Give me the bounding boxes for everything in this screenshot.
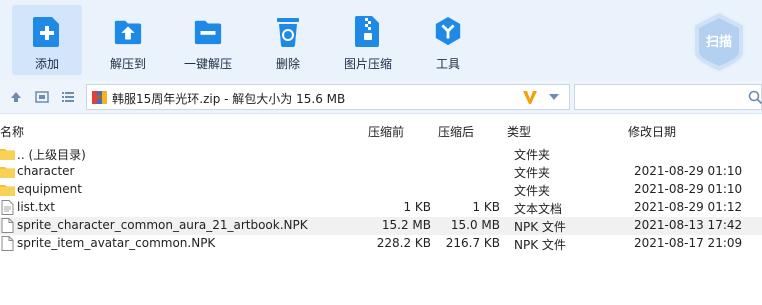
recycle-bin-icon xyxy=(277,18,299,47)
extract-to-label: 解压到 xyxy=(109,57,146,71)
file-type: 文本文档 xyxy=(514,202,563,216)
column-compressed[interactable]: 压缩后 xyxy=(438,123,474,140)
file-row-equipment[interactable]: equipment 文件夹 2021-08-29 01:10 xyxy=(0,181,762,199)
file-size: 228.2 KB xyxy=(376,236,431,250)
file-name: sprite_item_avatar_common.NPK xyxy=(17,236,216,250)
image-compress-label: 图片压缩 xyxy=(343,57,392,71)
file-type: 文件夹 xyxy=(514,148,551,162)
toolbar: 添加 解压到 一键解压 删除 图片压缩 工具 扫描 xyxy=(0,0,762,80)
tools-button[interactable]: 工具 xyxy=(413,5,483,75)
scan-button[interactable]: 扫描 xyxy=(690,10,748,74)
file-name: .. (上级目录) xyxy=(17,148,86,162)
column-modified[interactable]: 修改日期 xyxy=(628,123,676,140)
tools-label: 工具 xyxy=(435,57,460,71)
v-logo-icon[interactable] xyxy=(522,89,538,105)
file-type: 文件夹 xyxy=(514,184,551,198)
add-archive-icon xyxy=(33,17,59,47)
chevron-down-icon[interactable] xyxy=(549,93,559,101)
folder-upload-icon xyxy=(114,20,142,45)
column-type[interactable]: 类型 xyxy=(507,123,531,140)
file-type: NPK 文件 xyxy=(514,238,566,252)
address-bar: 韩服15周年光环.zip - 解包大小为 15.6 MB xyxy=(0,80,762,114)
file-name: sprite_character_common_aura_21_artbook.… xyxy=(17,218,308,232)
one-click-extract-button[interactable]: 一键解压 xyxy=(173,5,243,75)
file-size: 15.2 MB xyxy=(381,218,431,232)
path-field[interactable]: 韩服15周年光环.zip - 解包大小为 15.6 MB xyxy=(86,84,570,110)
file-icon xyxy=(1,236,14,251)
path-text: 韩服15周年光环.zip - 解包大小为 15.6 MB xyxy=(112,92,346,106)
folder-icon xyxy=(0,167,15,178)
file-size: 1 KB xyxy=(403,200,431,214)
file-compressed-size: 1 KB xyxy=(472,200,500,214)
file-row-avatar-npk[interactable]: sprite_item_avatar_common.NPK 228.2 KB 2… xyxy=(0,235,762,253)
column-size[interactable]: 压缩前 xyxy=(368,123,404,140)
file-row-artbook-npk[interactable]: sprite_character_common_aura_21_artbook.… xyxy=(0,217,762,235)
file-row-parent[interactable]: .. (上级目录) 文件夹 xyxy=(0,145,762,163)
text-file-icon xyxy=(1,200,14,215)
column-header-row: 名称 压缩前 压缩后 类型 修改日期 xyxy=(0,120,762,142)
thumbnail-view-icon[interactable] xyxy=(34,89,50,105)
list-view-icon[interactable] xyxy=(60,89,76,105)
add-button[interactable]: 添加 xyxy=(12,5,82,75)
file-name: character xyxy=(17,164,75,178)
column-name[interactable]: 名称 xyxy=(0,123,24,140)
file-type: NPK 文件 xyxy=(514,220,566,234)
file-compressed-size: 216.7 KB xyxy=(445,236,500,250)
file-modified: 2021-08-29 01:10 xyxy=(634,182,743,196)
search-icon[interactable] xyxy=(747,89,762,105)
file-compressed-size: 15.0 MB xyxy=(450,218,500,232)
zip-file-icon xyxy=(355,16,379,47)
folder-minus-icon xyxy=(194,20,222,45)
file-modified: 2021-08-13 17:42 xyxy=(634,218,743,232)
scan-label: 扫描 xyxy=(705,35,732,50)
file-row-list-txt[interactable]: list.txt 1 KB 1 KB 文本文档 2021-08-29 01:12 xyxy=(0,199,762,217)
file-icon xyxy=(1,218,14,233)
up-arrow-icon[interactable] xyxy=(8,89,24,105)
file-modified: 2021-08-29 01:12 xyxy=(634,200,743,214)
file-name: list.txt xyxy=(17,200,55,214)
extract-to-button[interactable]: 解压到 xyxy=(93,5,163,75)
file-type: 文件夹 xyxy=(514,166,551,180)
one-click-extract-label: 一键解压 xyxy=(183,57,232,71)
delete-label: 删除 xyxy=(275,57,300,71)
search-input[interactable] xyxy=(574,84,762,110)
delete-button[interactable]: 删除 xyxy=(253,5,323,75)
file-name: equipment xyxy=(17,182,82,196)
zip-archive-icon xyxy=(92,91,107,104)
file-modified: 2021-08-29 01:10 xyxy=(634,164,743,178)
folder-icon xyxy=(0,149,15,160)
file-row-character[interactable]: character 文件夹 2021-08-29 01:10 xyxy=(0,163,762,181)
file-modified: 2021-08-17 21:09 xyxy=(634,236,743,250)
folder-icon xyxy=(0,185,15,196)
image-compress-button[interactable]: 图片压缩 xyxy=(333,5,403,75)
tools-icon xyxy=(435,16,461,46)
add-label: 添加 xyxy=(34,57,59,71)
